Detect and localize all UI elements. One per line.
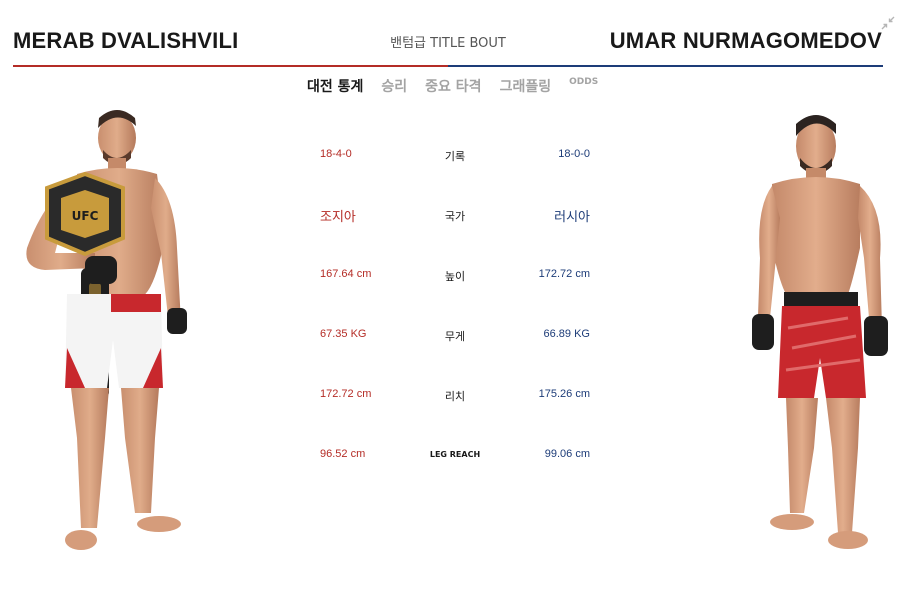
stat-label: 무게 [444, 330, 466, 343]
fighter-right-photo [748, 108, 893, 556]
stat-label: 리치 [444, 390, 466, 403]
stat-right-value: 러시아 [554, 210, 590, 225]
stat-right-value: 18-0-0 [558, 148, 590, 160]
stat-left-value: 96.52 cm [320, 448, 366, 460]
tab-wins[interactable]: 승리 [381, 76, 407, 96]
tab-significant-strikes[interactable]: 중요 타격 [425, 76, 481, 96]
fighter-left-photo: UFC [15, 108, 200, 556]
header-divider-blue [448, 65, 883, 67]
tab-matchup-stats[interactable]: 대전 통계 [307, 76, 363, 96]
fighter-right-name: UMAR NURMAGOMEDOV [609, 28, 882, 53]
stats-tabs: 대전 통계 승리 중요 타격 그래플링 ODDS [307, 76, 598, 96]
stat-right-value: 172.72 cm [538, 268, 590, 280]
tab-odds[interactable]: ODDS [569, 76, 598, 87]
stat-left-value: 18-4-0 [320, 148, 352, 160]
stat-label: 기록 [444, 150, 466, 163]
stat-label: 국가 [444, 210, 466, 223]
collapse-arrows-svg [881, 16, 895, 30]
stat-left-value: 172.72 cm [320, 388, 372, 400]
collapse-arrows-icon[interactable] [880, 15, 896, 31]
stat-right-value: 66.89 KG [543, 328, 590, 340]
svg-text:UFC: UFC [72, 209, 99, 223]
stat-right-value: 175.26 cm [538, 388, 590, 400]
stat-label: 높이 [444, 270, 466, 283]
stat-right-value: 99.06 cm [544, 448, 590, 460]
header-divider-red [13, 65, 448, 67]
stat-left-value: 67.35 KG [320, 328, 367, 340]
stat-label: LEG REACH [429, 450, 481, 459]
stat-left-value: 조지아 [320, 210, 356, 225]
stat-left-value: 167.64 cm [320, 268, 372, 280]
tab-grappling[interactable]: 그래플링 [500, 76, 552, 96]
